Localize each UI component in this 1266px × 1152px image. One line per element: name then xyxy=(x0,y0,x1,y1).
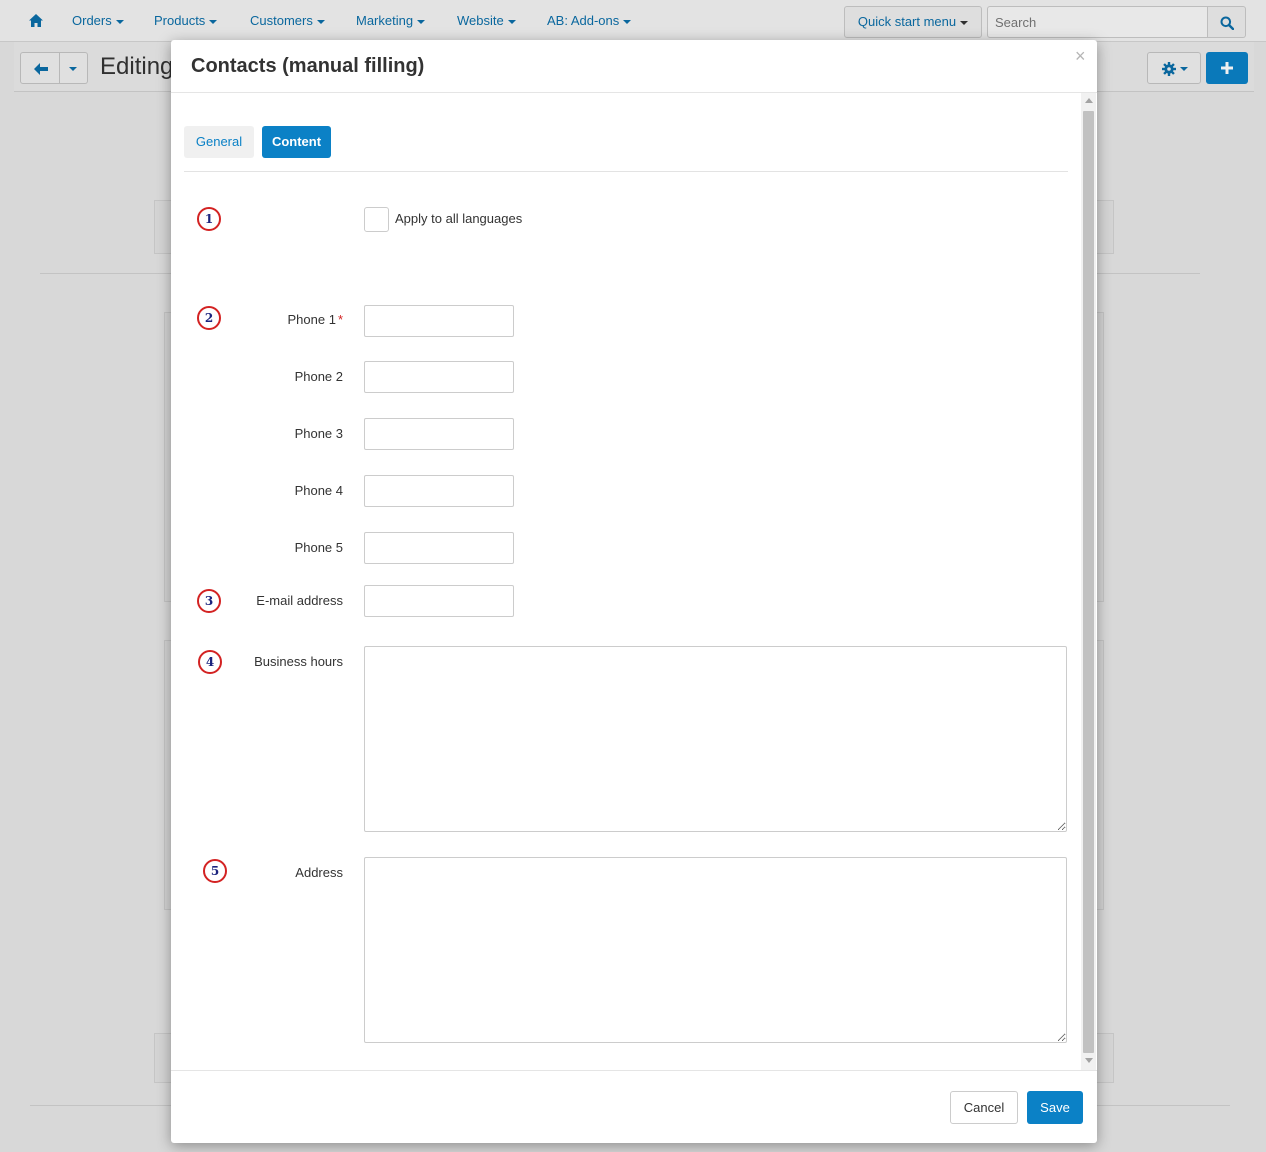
phone5-input[interactable] xyxy=(364,532,514,564)
apply-all-languages-label: Apply to all languages xyxy=(395,211,523,226)
modal-footer: Cancel Save xyxy=(171,1070,1097,1143)
scrollbar-thumb[interactable] xyxy=(1083,111,1094,1053)
tab-general[interactable]: General xyxy=(184,126,254,158)
cancel-button[interactable]: Cancel xyxy=(950,1091,1018,1124)
modal-title: Contacts (manual filling) xyxy=(191,55,425,77)
tab-content[interactable]: Content xyxy=(262,126,331,158)
apply-all-languages-checkbox[interactable] xyxy=(364,207,389,232)
phone2-label: Phone 2 xyxy=(294,369,343,384)
annotation-marker-1: 1 xyxy=(197,207,221,231)
phone1-label: Phone 1 * xyxy=(288,312,344,327)
modal-scrollbar[interactable] xyxy=(1081,93,1096,1070)
phone4-input[interactable] xyxy=(364,475,514,507)
contacts-modal: Contacts (manual filling) × General Cont… xyxy=(171,40,1097,1143)
address-textarea[interactable] xyxy=(364,857,1067,1043)
business-hours-textarea[interactable] xyxy=(364,646,1067,832)
email-label: E-mail address xyxy=(256,593,343,608)
business-hours-label: Business hours xyxy=(254,654,343,669)
phone5-label: Phone 5 xyxy=(294,540,343,555)
modal-header: Contacts (manual filling) × xyxy=(171,40,1097,93)
phone3-label: Phone 3 xyxy=(294,426,343,441)
phone3-input[interactable] xyxy=(364,418,514,450)
required-mark: * xyxy=(337,312,343,327)
phone4-label: Phone 4 xyxy=(294,483,343,498)
close-icon[interactable]: × xyxy=(1075,47,1086,65)
phone2-input[interactable] xyxy=(364,361,514,393)
address-label: Address xyxy=(295,865,343,880)
save-button[interactable]: Save xyxy=(1027,1091,1083,1124)
scroll-up-arrow-icon[interactable] xyxy=(1085,98,1093,103)
annotation-marker-3: 3 xyxy=(197,589,221,613)
scroll-down-arrow-icon[interactable] xyxy=(1085,1058,1093,1063)
phone1-input[interactable] xyxy=(364,305,514,337)
phone1-label-text: Phone 1 xyxy=(287,312,336,327)
annotation-marker-2: 2 xyxy=(197,306,221,330)
email-input[interactable] xyxy=(364,585,514,617)
tabs-divider xyxy=(184,171,1068,172)
modal-body: General Content 1 2 3 4 5 Apply to all l… xyxy=(171,93,1097,1070)
annotation-marker-5: 5 xyxy=(203,859,227,883)
annotation-marker-4: 4 xyxy=(198,650,222,674)
